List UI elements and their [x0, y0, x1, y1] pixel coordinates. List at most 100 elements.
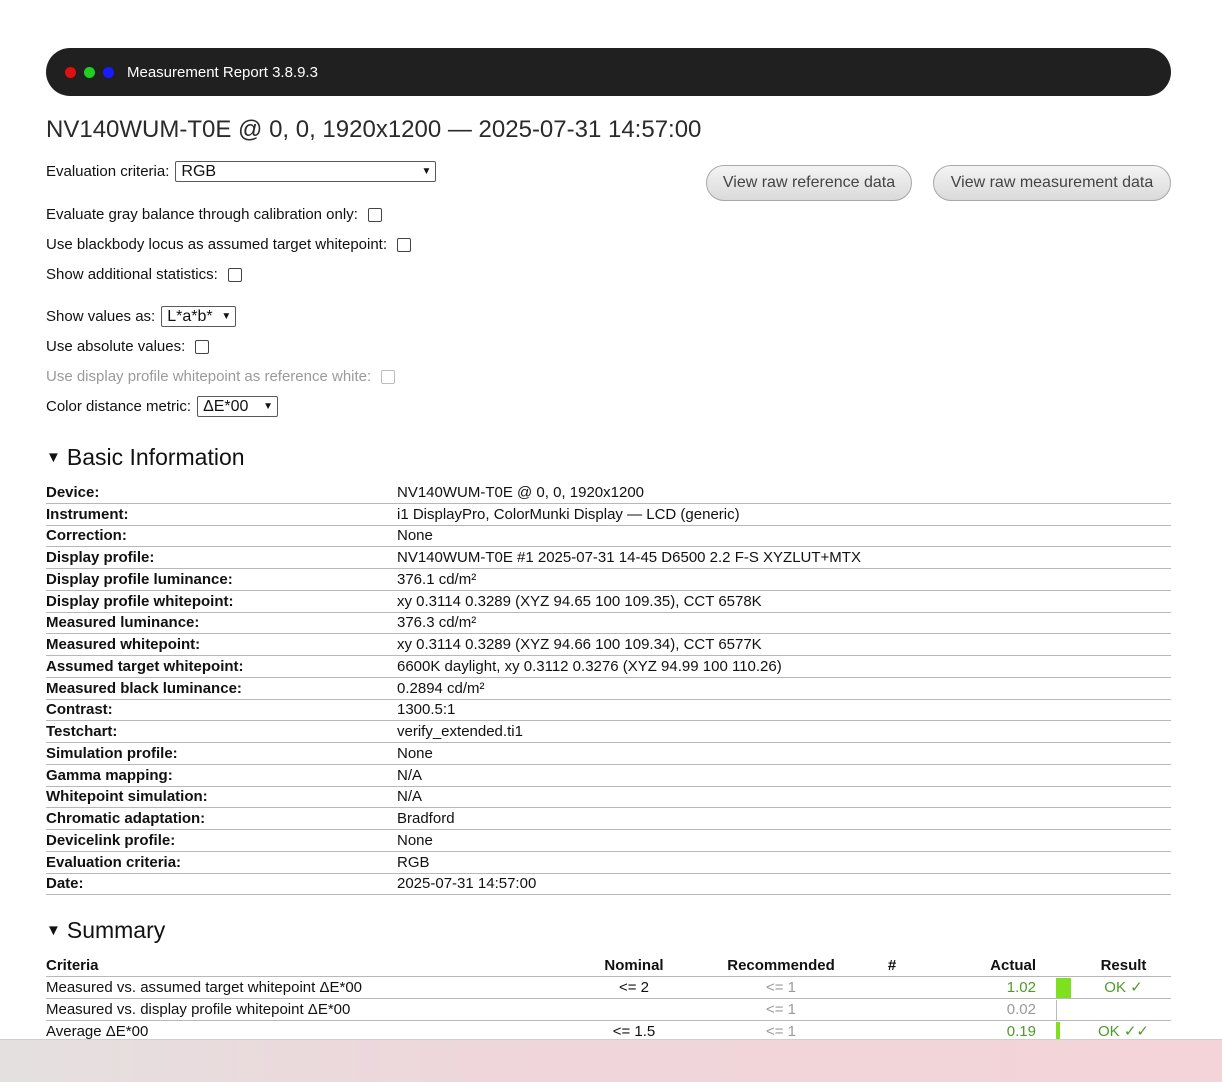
- summary-header-row: Criteria Nominal Recommended # Actual Re…: [46, 955, 1171, 977]
- gray-balance-row: Evaluate gray balance through calibratio…: [46, 206, 382, 223]
- info-row: Measured luminance: 376.3 cd/m²: [46, 613, 1171, 635]
- info-value: 376.3 cd/m²: [397, 614, 477, 632]
- summary-heading: Summary: [66, 917, 166, 943]
- chevron-down-icon: ▼: [263, 401, 274, 412]
- absolute-values-label: Use absolute values:: [46, 338, 186, 355]
- info-row: Correction: None: [46, 526, 1171, 548]
- info-label: Display profile:: [46, 549, 155, 566]
- gray-balance-checkbox[interactable]: [367, 207, 382, 222]
- evaluation-criteria-row: Evaluation criteria: RGB ▼: [46, 161, 437, 182]
- distance-metric-value: ΔE*00: [203, 397, 249, 415]
- additional-stats-label: Show additional statistics:: [46, 266, 218, 283]
- show-values-label: Show values as:: [46, 308, 156, 325]
- info-value: None: [397, 831, 433, 849]
- view-raw-measurement-button[interactable]: View raw measurement data: [933, 165, 1171, 201]
- info-value: NV140WUM-T0E @ 0, 0, 1920x1200: [397, 483, 645, 501]
- nominal-cell: <= 2: [618, 979, 650, 996]
- info-label: Contrast:: [46, 701, 113, 719]
- info-row: Contrast: 1300.5:1: [46, 700, 1171, 722]
- distance-metric-select[interactable]: ΔE*00 ▼: [197, 396, 279, 417]
- info-label: Measured luminance:: [46, 614, 200, 632]
- blackbody-row: Use blackbody locus as assumed target wh…: [46, 236, 412, 253]
- basic-info-heading: Basic Information: [66, 444, 245, 470]
- info-value: 6600K daylight, xy 0.3112 0.3276 (XYZ 94…: [397, 657, 782, 675]
- summary-table: Criteria Nominal Recommended # Actual Re…: [46, 955, 1171, 1043]
- profile-whitepoint-row: Use display profile whitepoint as refere…: [46, 368, 396, 385]
- evaluation-criteria-value: RGB: [181, 162, 217, 180]
- info-row: Testchart: verify_extended.ti1: [46, 721, 1171, 743]
- info-value: 2025-07-31 14:57:00: [397, 875, 537, 893]
- info-label: Devicelink profile:: [46, 831, 176, 849]
- info-value: xy 0.3114 0.3289 (XYZ 94.65 100 109.35),…: [397, 592, 762, 610]
- info-label: Simulation profile:: [46, 744, 178, 762]
- basic-info-table: Device: NV140WUM-T0E @ 0, 0, 1920x1200 Ins…: [46, 482, 1171, 896]
- info-value: N/A: [397, 788, 423, 806]
- distance-metric-row: Color distance metric: ΔE*00 ▼: [46, 396, 279, 417]
- chevron-down-icon: ▼: [421, 166, 432, 177]
- info-value: 1300.5:1: [397, 701, 456, 719]
- info-row: Gamma mapping: N/A: [46, 765, 1171, 787]
- criteria-column-header: Criteria: [46, 957, 99, 974]
- summary-rows: Measured vs. assumed target whitepoint Δ…: [46, 977, 1171, 1043]
- info-row: Devicelink profile: None: [46, 830, 1171, 852]
- info-label: Display profile luminance:: [46, 570, 233, 588]
- info-label: Correction:: [46, 527, 127, 545]
- chevron-down-icon: ▼: [221, 311, 232, 322]
- actual-cell: 0.02: [1006, 1001, 1036, 1018]
- profile-whitepoint-checkbox[interactable]: [381, 369, 396, 384]
- info-row: Measured black luminance: 0.2894 cd/m²: [46, 678, 1171, 700]
- view-raw-reference-button[interactable]: View raw reference data: [706, 165, 912, 201]
- absolute-values-checkbox[interactable]: [195, 339, 210, 354]
- info-label: Date:: [46, 875, 84, 893]
- result-bar: [1056, 1000, 1057, 1020]
- blackbody-label: Use blackbody locus as assumed target wh…: [46, 236, 388, 253]
- info-value: None: [397, 527, 433, 545]
- info-label: Gamma mapping:: [46, 766, 173, 784]
- info-row: Simulation profile: None: [46, 743, 1171, 765]
- info-row: Chromatic adaptation: Bradford: [46, 808, 1171, 830]
- evaluation-criteria-label: Evaluation criteria:: [46, 163, 170, 180]
- show-values-value: L*a*b*: [167, 307, 213, 325]
- summary-row: Measured vs. assumed target whitepoint Δ…: [46, 977, 1171, 999]
- evaluation-criteria-select[interactable]: RGB ▼: [175, 161, 437, 182]
- additional-stats-checkbox[interactable]: [227, 267, 242, 282]
- recommended-cell: <= 1: [765, 979, 797, 996]
- info-row: Display profile: NV140WUM-T0E #1 2025-07-…: [46, 547, 1171, 569]
- nominal-cell: <= 1.5: [612, 1023, 656, 1040]
- blue-dot-icon: [103, 67, 114, 78]
- blackbody-checkbox[interactable]: [397, 237, 412, 252]
- red-dot-icon: [65, 67, 76, 78]
- info-row: Instrument: i1 DisplayPro, ColorMunki Dis…: [46, 504, 1171, 526]
- show-values-select[interactable]: L*a*b* ▼: [161, 306, 237, 327]
- info-row: Whitepoint simulation: N/A: [46, 787, 1171, 809]
- info-row: Measured whitepoint: xy 0.3114 0.3289 (XY…: [46, 634, 1171, 656]
- info-value: xy 0.3114 0.3289 (XYZ 94.66 100 109.34),…: [397, 636, 762, 653]
- info-row: Date: 2025-07-31 14:57:00: [46, 874, 1171, 896]
- result-column-header: Result: [1100, 957, 1147, 974]
- result-bar: [1056, 978, 1071, 998]
- info-value: RGB: [397, 853, 430, 871]
- page-title: NV140WUM-T0E @ 0, 0, 1920x1200 — 2025-07…: [46, 116, 702, 143]
- info-row: Display profile whitepoint: xy 0.3114 0.3…: [46, 591, 1171, 613]
- criteria-cell: Measured vs. assumed target whitepoint Δ…: [46, 979, 363, 996]
- info-label: Assumed target whitepoint:: [46, 657, 244, 675]
- window-title: Measurement Report 3.8.9.3: [127, 64, 318, 81]
- info-value: 376.1 cd/m²: [397, 570, 477, 588]
- recommended-column-header: Recommended: [727, 957, 835, 974]
- info-row: Evaluation criteria: RGB: [46, 852, 1171, 874]
- info-label: Whitepoint simulation:: [46, 788, 208, 806]
- basic-info-toggle[interactable]: ▼ Basic Information: [46, 444, 245, 471]
- bottom-strip: [0, 1039, 1222, 1082]
- info-label: Evaluation criteria:: [46, 853, 182, 871]
- criteria-cell: Measured vs. display profile whitepoint …: [46, 1001, 351, 1018]
- info-value: None: [397, 744, 433, 762]
- absolute-values-row: Use absolute values:: [46, 338, 210, 355]
- info-row: Device: NV140WUM-T0E @ 0, 0, 1920x1200: [46, 482, 1171, 504]
- window-titlebar: Measurement Report 3.8.9.3: [46, 48, 1171, 96]
- info-label: Measured black luminance:: [46, 679, 242, 697]
- info-label: Device:: [46, 483, 100, 501]
- actual-column-header: Actual: [990, 957, 1036, 974]
- summary-toggle[interactable]: ▼ Summary: [46, 917, 165, 944]
- count-column-header: #: [887, 957, 897, 974]
- summary-row: Measured vs. display profile whitepoint …: [46, 999, 1171, 1021]
